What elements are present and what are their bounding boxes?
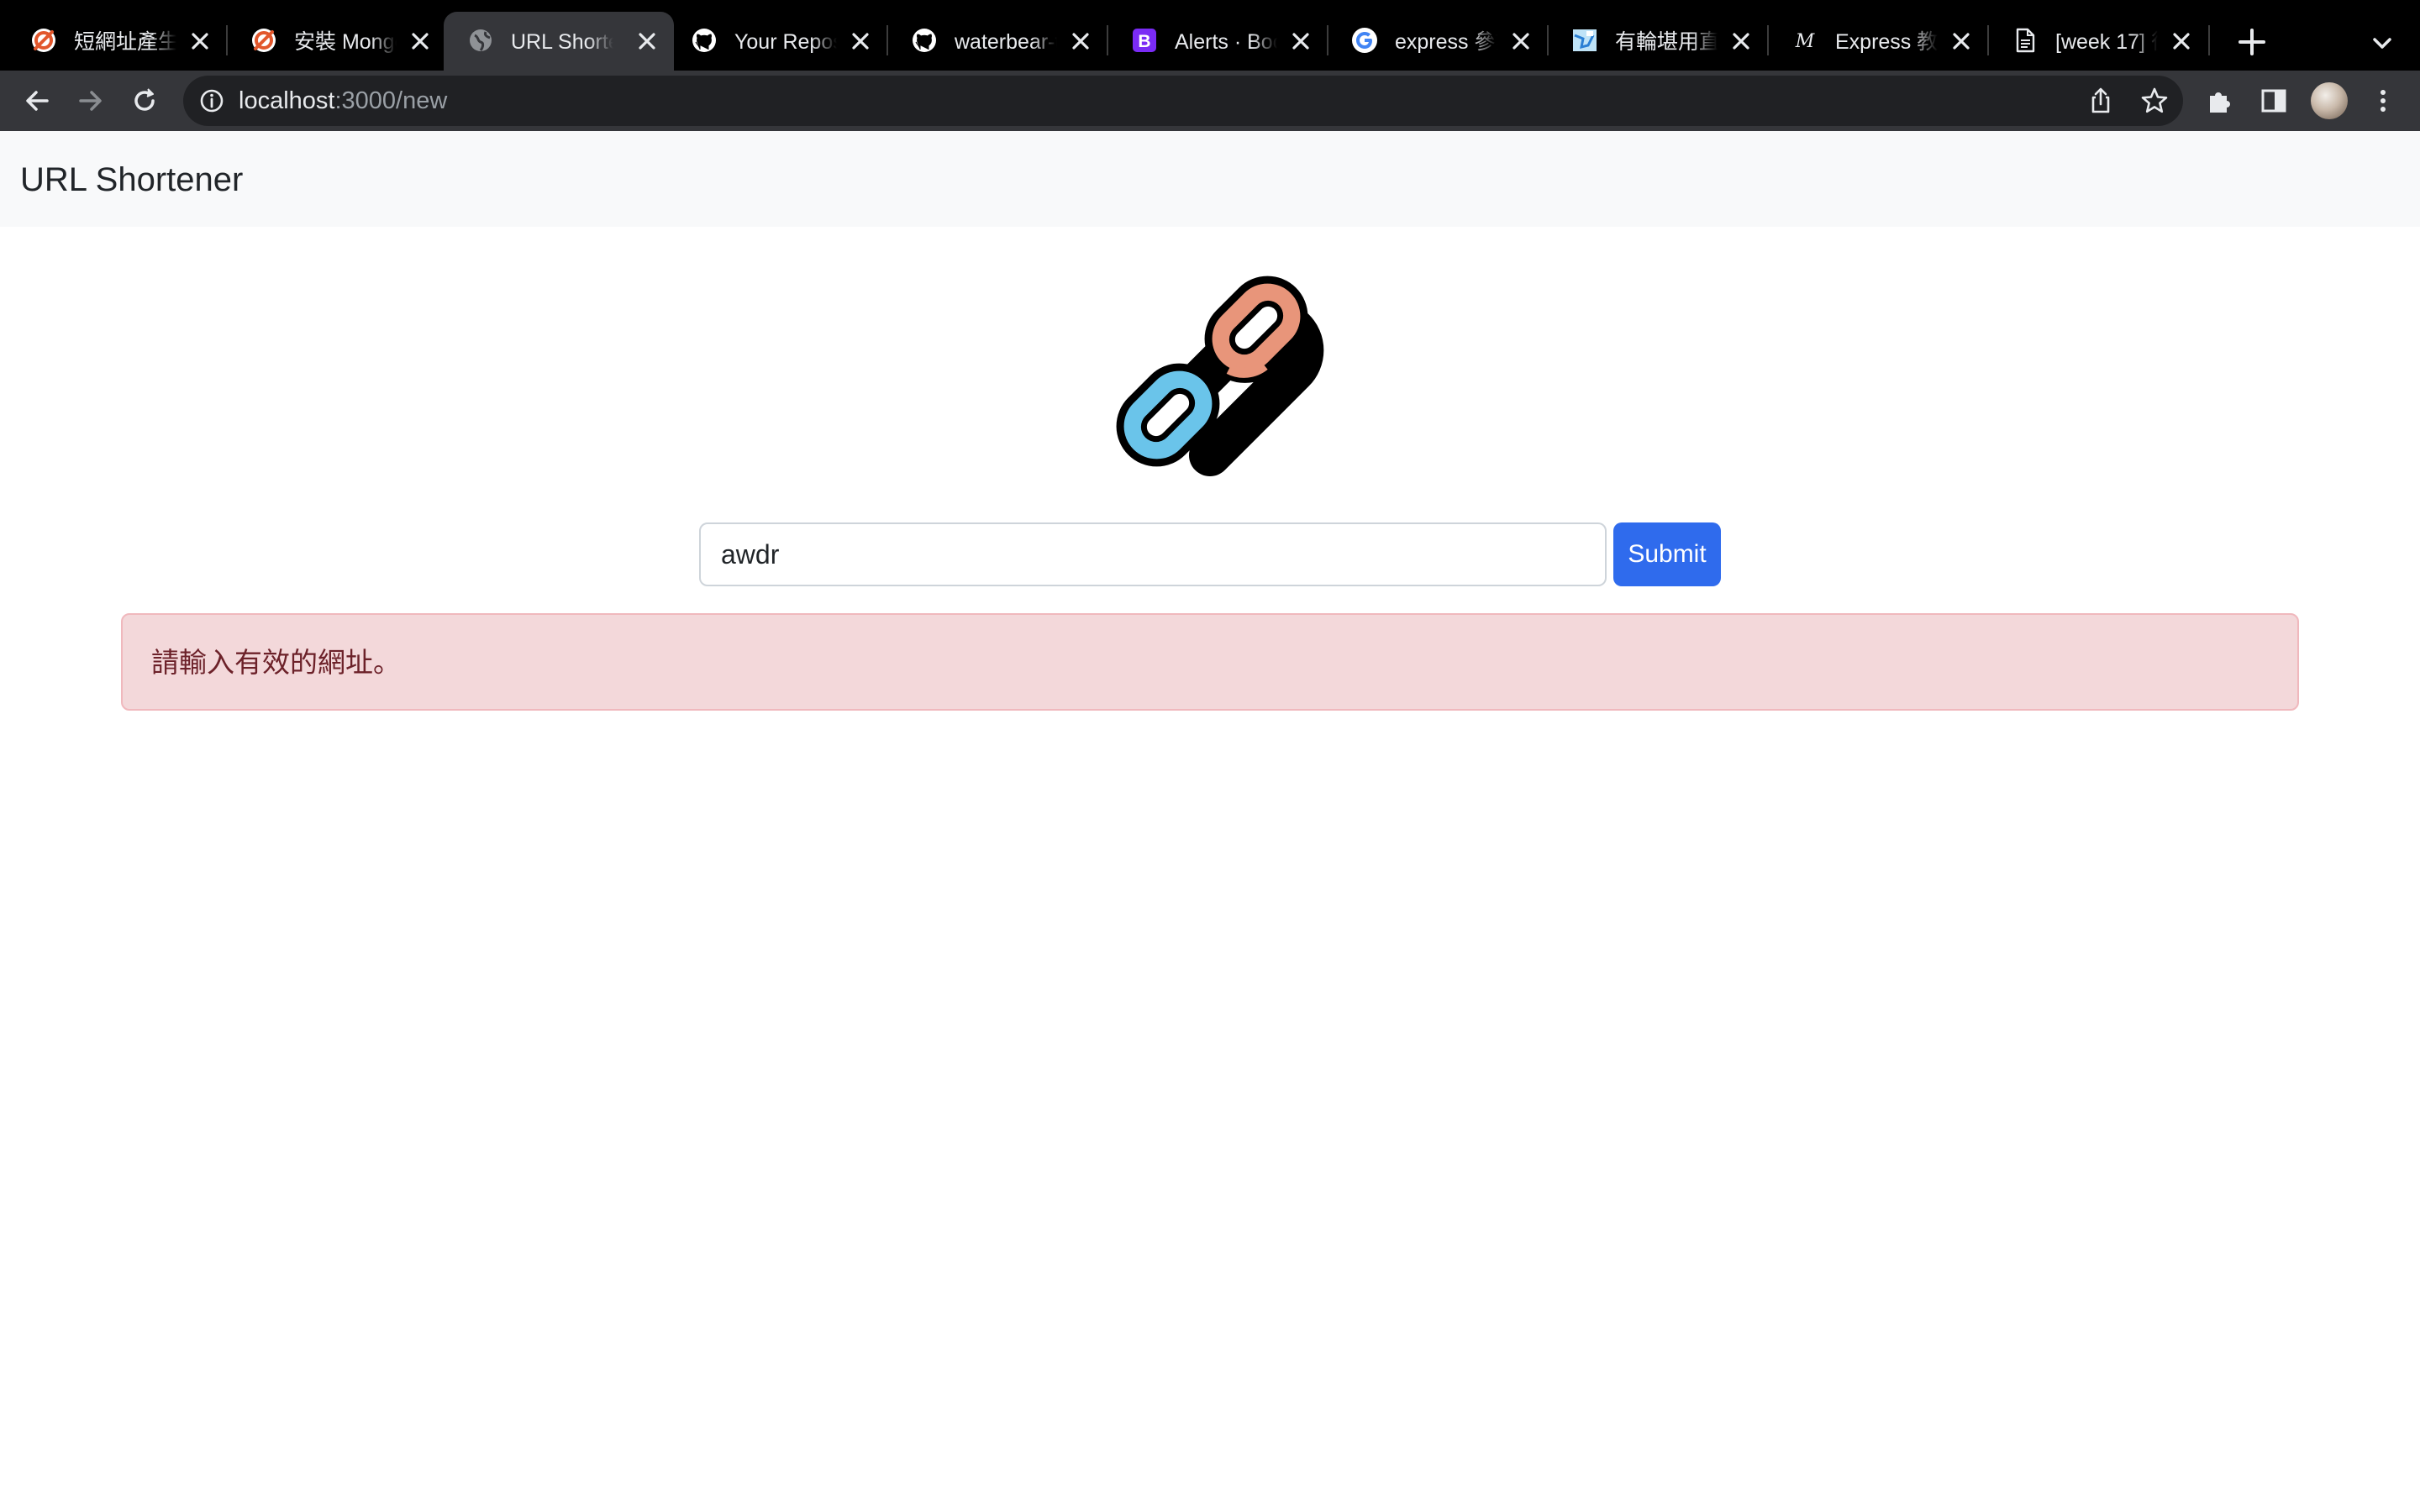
url-input[interactable] (699, 522, 1607, 586)
chevron-down-icon[interactable] (2368, 29, 2396, 57)
side-panel-icon (2261, 89, 2286, 113)
close-icon[interactable] (1069, 29, 1092, 53)
chain-link-graphic (1116, 276, 1308, 467)
star-icon[interactable] (2139, 86, 2170, 116)
navbar: URL Shortener (0, 131, 2420, 227)
tab-title: [week 17] 後 (2055, 30, 2158, 54)
tab-strip: 短網址產生器 安裝 MongoDB URL Shortener Your Reposi… (0, 0, 2420, 71)
url-host: localhost (239, 87, 335, 114)
browser-toolbar: localhost:3000/new (0, 71, 2420, 131)
close-icon[interactable] (188, 29, 212, 53)
url-path: :3000/new (334, 87, 448, 114)
reload-button[interactable] (126, 82, 163, 119)
close-icon[interactable] (408, 29, 432, 53)
kebab-menu-icon (2381, 90, 2386, 112)
tab-9[interactable]: M Express 教學 (1768, 12, 1988, 71)
tab-title: 安裝 MongoDB (294, 30, 397, 54)
svg-text:M: M (1795, 31, 1815, 52)
forward-button[interactable] (72, 82, 109, 119)
address-bar[interactable]: localhost:3000/new (183, 76, 2183, 126)
github-icon (911, 27, 938, 54)
profile-avatar[interactable] (2311, 82, 2348, 119)
close-icon[interactable] (1509, 29, 1533, 53)
side-panel-button[interactable] (2255, 82, 2292, 119)
tab-title: Alerts · Bootstrap (1175, 30, 1277, 54)
tab-6[interactable]: B Alerts · Bootstrap (1107, 12, 1328, 71)
puzzle-piece-icon (2210, 92, 2230, 113)
github-icon (691, 27, 718, 54)
tab-title: Express 教學 (1835, 30, 1938, 54)
forward-arrow-icon (79, 91, 102, 111)
tab-4[interactable]: Your Repositories (667, 12, 887, 71)
new-tab-plus-icon[interactable] (2235, 25, 2269, 59)
tab-5[interactable]: waterbear-tw (887, 12, 1107, 71)
url-text[interactable]: localhost:3000/new (239, 87, 447, 115)
tab-3[interactable]: URL Shortener (444, 12, 674, 71)
tab-10[interactable]: [week 17] 後 (1988, 12, 2208, 71)
close-icon[interactable] (635, 29, 659, 53)
close-icon[interactable] (849, 29, 872, 53)
back-button[interactable] (18, 82, 55, 119)
alert-message: 請輸入有效的網址。 (151, 646, 401, 679)
tab-title: Your Repositories (734, 30, 837, 54)
navbar-brand[interactable]: URL Shortener (20, 160, 243, 200)
tab-title: waterbear-tw (955, 30, 1057, 54)
bootstrap-icon: B (1131, 27, 1158, 54)
tab-2[interactable]: 安裝 MongoDB (227, 12, 447, 71)
orbit-logo-icon (250, 27, 277, 54)
submit-button[interactable]: Submit (1613, 522, 1721, 586)
error-alert: 請輸入有效的網址。 (121, 613, 2299, 711)
google-icon (1351, 27, 1378, 54)
tab-title: express 參數 (1395, 30, 1497, 54)
close-icon[interactable] (1729, 29, 1753, 53)
map-icon (1571, 27, 1598, 54)
tab-7[interactable]: express 參數 (1328, 12, 1548, 71)
orbit-logo-icon (30, 27, 57, 54)
tab-8[interactable]: 有輪堪用直彳 (1548, 12, 1768, 71)
info-icon[interactable] (198, 87, 225, 114)
extensions-button[interactable] (2202, 82, 2238, 119)
tab-title: URL Shortener (511, 30, 613, 54)
globe-icon (467, 27, 494, 54)
svg-text:B: B (1138, 32, 1150, 51)
share-icon[interactable] (2086, 86, 2116, 116)
tab-title: 有輪堪用直彳 (1615, 30, 1718, 54)
tab-separator (2208, 25, 2210, 55)
back-arrow-icon (26, 91, 49, 111)
reload-icon (134, 88, 155, 111)
tab-title: 短網址產生器 (74, 30, 176, 54)
m-logo-icon: M (1791, 27, 1818, 54)
tab-1[interactable]: 短網址產生器 (7, 12, 227, 71)
close-icon[interactable] (2170, 29, 2193, 53)
menu-button[interactable] (2365, 82, 2402, 119)
shorten-url-form: Submit (699, 522, 1721, 586)
document-icon (2012, 27, 2039, 54)
close-icon[interactable] (1949, 29, 1973, 53)
close-icon[interactable] (1289, 29, 1313, 53)
